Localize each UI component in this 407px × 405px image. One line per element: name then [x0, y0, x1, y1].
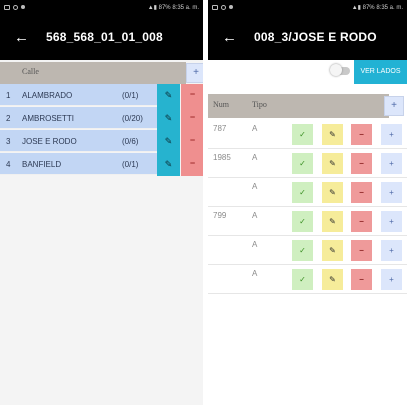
- street-number: 4: [6, 160, 11, 169]
- street-name: AMBROSETTI: [22, 114, 75, 123]
- add-below-button[interactable]: +: [381, 211, 402, 232]
- street-name: JOSE E RODO: [22, 137, 77, 146]
- street-count: (0/1): [122, 91, 139, 100]
- street-name: ALAMBRADO: [22, 91, 73, 100]
- back-arrow-icon[interactable]: ←: [222, 29, 246, 46]
- house-type: A: [252, 211, 258, 220]
- status-bar: ▲▮ 87% 8:35 a. m.: [208, 0, 407, 14]
- confirm-button[interactable]: ✓: [292, 124, 313, 145]
- house-type: A: [252, 240, 258, 249]
- signal-icon: ▲▮: [351, 4, 361, 11]
- confirm-button[interactable]: ✓: [292, 182, 313, 203]
- add-street-button[interactable]: +: [186, 63, 203, 83]
- street-row[interactable]: 2 AMBROSETTI (0/20): [0, 107, 160, 129]
- status-time: 8:35 a. m.: [172, 4, 199, 11]
- street-count: (0/20): [122, 114, 143, 123]
- toggle-knob: [330, 64, 342, 76]
- edit-street-button[interactable]: ✎: [157, 153, 180, 176]
- house-row: A ✓ ✎ − +: [208, 178, 407, 207]
- app-bar: ← 008_3/JOSE E RODO: [208, 14, 407, 60]
- column-header-calle: Calle: [0, 62, 186, 84]
- add-below-button[interactable]: +: [381, 124, 402, 145]
- ver-lados-toggle[interactable]: [330, 64, 350, 76]
- add-below-button[interactable]: +: [381, 182, 402, 203]
- house-type: A: [252, 153, 258, 162]
- house-row: A ✓ ✎ − +: [208, 265, 407, 294]
- edit-house-button[interactable]: ✎: [322, 153, 343, 174]
- status-bar: ▲▮ 87% 8:35 a. m.: [0, 0, 203, 14]
- notification-dot-icon: [229, 5, 233, 9]
- edit-street-button[interactable]: ✎: [157, 107, 180, 130]
- add-below-button[interactable]: +: [381, 153, 402, 174]
- house-row: A ✓ ✎ − +: [208, 236, 407, 265]
- house-list-screen: ▲▮ 87% 8:35 a. m. ← 008_3/JOSE E RODO VE…: [208, 0, 407, 405]
- edit-house-button[interactable]: ✎: [322, 269, 343, 290]
- whatsapp-icon: [221, 4, 226, 10]
- street-row[interactable]: 4 BANFIELD (0/1): [0, 153, 160, 175]
- signal-icon: ▲▮: [147, 4, 157, 11]
- whatsapp-icon: [13, 4, 18, 10]
- status-time: 8:35 a. m.: [376, 4, 403, 11]
- remove-house-button[interactable]: −: [351, 124, 372, 145]
- delete-street-button[interactable]: −: [181, 153, 203, 176]
- remove-house-button[interactable]: −: [351, 182, 372, 203]
- page-title: 008_3/JOSE E RODO: [254, 30, 377, 44]
- confirm-button[interactable]: ✓: [292, 153, 313, 174]
- house-row: 787 A ✓ ✎ − +: [208, 120, 407, 149]
- street-row[interactable]: 1 ALAMBRADO (0/1): [0, 84, 160, 106]
- column-header-row: Num Tipo: [208, 94, 389, 118]
- remove-house-button[interactable]: −: [351, 153, 372, 174]
- page-title: 568_568_01_01_008: [46, 30, 163, 44]
- delete-street-button[interactable]: −: [181, 107, 203, 130]
- house-number: 787: [213, 124, 227, 133]
- street-count: (0/6): [122, 137, 139, 146]
- num-column-label: Num: [213, 100, 229, 109]
- house-number: 799: [213, 211, 227, 220]
- delete-street-button[interactable]: −: [181, 130, 203, 153]
- delete-street-button[interactable]: −: [181, 84, 203, 107]
- house-type: A: [252, 269, 258, 278]
- tipo-column-label: Tipo: [252, 100, 267, 109]
- gallery-icon: [4, 4, 10, 10]
- remove-house-button[interactable]: −: [351, 211, 372, 232]
- confirm-button[interactable]: ✓: [292, 240, 313, 261]
- add-below-button[interactable]: +: [381, 240, 402, 261]
- add-below-button[interactable]: +: [381, 269, 402, 290]
- add-house-button[interactable]: +: [384, 96, 404, 116]
- edit-street-button[interactable]: ✎: [157, 130, 180, 153]
- street-count: (0/1): [122, 160, 139, 169]
- house-type: A: [252, 124, 258, 133]
- battery-level: 87%: [158, 4, 171, 11]
- edit-house-button[interactable]: ✎: [322, 182, 343, 203]
- battery-level: 87%: [362, 4, 375, 11]
- calle-label: Calle: [22, 67, 39, 76]
- edit-street-button[interactable]: ✎: [157, 84, 180, 107]
- street-list-screen: ▲▮ 87% 8:35 a. m. ← 568_568_01_01_008 Ca…: [0, 0, 203, 405]
- house-type: A: [252, 182, 258, 191]
- street-number: 3: [6, 137, 11, 146]
- confirm-button[interactable]: ✓: [292, 211, 313, 232]
- street-number: 1: [6, 91, 11, 100]
- street-number: 2: [6, 114, 11, 123]
- house-row: 1985 A ✓ ✎ − +: [208, 149, 407, 178]
- edit-house-button[interactable]: ✎: [322, 211, 343, 232]
- notification-dot-icon: [21, 5, 25, 9]
- edit-house-button[interactable]: ✎: [322, 124, 343, 145]
- back-arrow-icon[interactable]: ←: [14, 29, 38, 46]
- confirm-button[interactable]: ✓: [292, 269, 313, 290]
- gallery-icon: [212, 4, 218, 10]
- remove-house-button[interactable]: −: [351, 269, 372, 290]
- street-name: BANFIELD: [22, 160, 62, 169]
- edit-house-button[interactable]: ✎: [322, 240, 343, 261]
- house-number: 1985: [213, 153, 231, 162]
- app-bar: ← 568_568_01_01_008: [0, 14, 203, 60]
- street-row[interactable]: 3 JOSE E RODO (0/6): [0, 130, 160, 152]
- remove-house-button[interactable]: −: [351, 240, 372, 261]
- house-row: 799 A ✓ ✎ − +: [208, 207, 407, 236]
- ver-lados-button[interactable]: VER LADOS: [354, 60, 407, 84]
